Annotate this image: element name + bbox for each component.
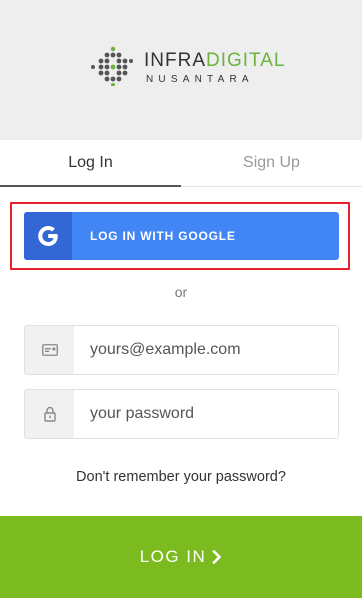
google-login-label: LOG IN WITH GOOGLE bbox=[90, 229, 236, 243]
log-in-submit-button[interactable]: LOG IN bbox=[0, 516, 362, 598]
brand-name-part1: INFRA bbox=[144, 50, 206, 71]
tab-log-in[interactable]: Log In bbox=[0, 140, 181, 187]
log-in-submit-label: LOG IN bbox=[139, 547, 207, 566]
google-login-button[interactable]: LOG IN WITH GOOGLE bbox=[24, 212, 339, 260]
envelope-icon bbox=[25, 326, 74, 374]
email-input[interactable] bbox=[75, 326, 335, 374]
auth-tabs: Log In Sign Up bbox=[0, 140, 362, 187]
dots-diamond-logo-icon bbox=[91, 46, 133, 86]
chevron-right-icon bbox=[212, 550, 222, 564]
tab-sign-up[interactable]: Sign Up bbox=[181, 140, 362, 186]
brand-logo: INFRADIGITAL NUSANTARA bbox=[89, 46, 285, 92]
brand-tagline: NUSANTARA bbox=[146, 74, 254, 85]
google-icon bbox=[24, 212, 72, 260]
password-input[interactable] bbox=[75, 390, 335, 438]
email-field bbox=[24, 325, 339, 375]
password-field bbox=[24, 389, 339, 439]
brand-name: INFRADIGITAL bbox=[144, 50, 286, 72]
lock-icon bbox=[25, 390, 74, 438]
brand-name-part2: DIGITAL bbox=[206, 50, 286, 71]
header: INFRADIGITAL NUSANTARA bbox=[0, 0, 362, 140]
forgot-password-link[interactable]: Don't remember your password? bbox=[0, 469, 362, 485]
or-separator: or bbox=[174, 284, 188, 300]
